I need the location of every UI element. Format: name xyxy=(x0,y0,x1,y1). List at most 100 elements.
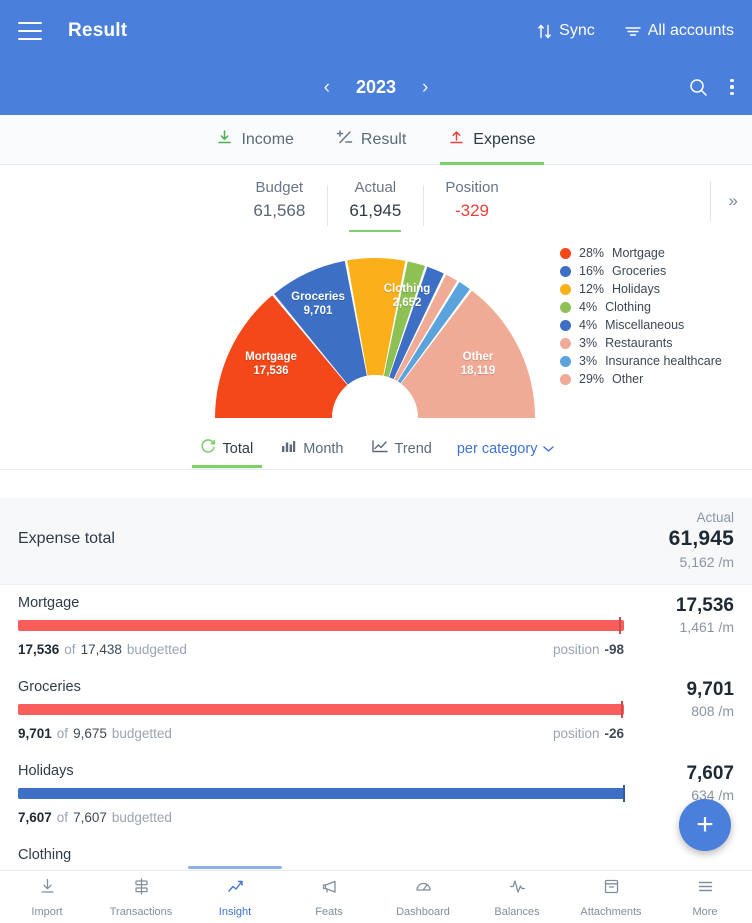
meta-actual: 7,607 xyxy=(18,810,52,825)
nav-item-more[interactable]: More xyxy=(658,877,752,918)
legend-label: Restaurants xyxy=(605,336,672,350)
legend-percent: 3% xyxy=(579,336,597,350)
category-amount: 9,701 xyxy=(638,679,734,701)
chart-legend: 28%Mortgage 16%Groceries 12%Holidays 4% Clot… xyxy=(560,246,722,386)
summary-position[interactable]: Position -329 xyxy=(423,179,520,232)
tab-trend[interactable]: Trend xyxy=(369,428,435,470)
group-by-select[interactable]: per category xyxy=(457,441,555,457)
nav-item-import[interactable]: Import xyxy=(0,877,94,918)
category-amount: 17,536 xyxy=(638,595,734,617)
category-list[interactable]: Expense total Actual 61,945 5,162 /m Mor… xyxy=(0,498,752,870)
summary-actual-label: Actual xyxy=(349,179,401,196)
summary-actual[interactable]: Actual 61,945 xyxy=(327,179,423,232)
all-accounts-button[interactable]: All accounts xyxy=(625,22,734,40)
meta-of: of xyxy=(64,642,75,657)
legend-percent: 29% xyxy=(579,372,604,386)
category-row[interactable]: Mortgage 17,536 of 17,438 budgetted posi… xyxy=(0,585,752,669)
meta-position-value: -98 xyxy=(604,642,624,657)
category-meta: 9,701 of 9,675 budgetted position -26 xyxy=(18,726,624,741)
category-per-month: 808 /m xyxy=(638,703,734,719)
summary-actual-value: 61,945 xyxy=(349,201,401,232)
expand-summary-button[interactable]: » xyxy=(710,181,738,221)
budget-marker xyxy=(623,785,625,802)
gauge-icon xyxy=(414,877,433,901)
legend-label: Miscellaneous xyxy=(605,318,684,332)
kebab-menu-icon[interactable] xyxy=(726,75,738,100)
legend-color-dot xyxy=(560,374,571,385)
meta-of: of xyxy=(57,810,68,825)
chevron-left-icon[interactable]: ‹ xyxy=(320,76,334,99)
summary-position-label: Position xyxy=(445,179,498,196)
header-actions xyxy=(689,62,738,112)
chevron-right-icon[interactable]: › xyxy=(418,76,432,99)
nav-item-balances[interactable]: Balances xyxy=(470,877,564,918)
tab-total-label: Total xyxy=(223,441,254,457)
category-row[interactable]: Clothing xyxy=(0,837,752,870)
tab-income[interactable]: Income xyxy=(212,115,297,165)
legend-item[interactable]: 28%Mortgage xyxy=(560,246,722,260)
tab-income-label: Income xyxy=(241,131,293,149)
legend-item[interactable]: 3% Restaurants xyxy=(560,336,722,350)
legend-color-dot xyxy=(560,248,571,259)
tab-total[interactable]: Total xyxy=(198,428,257,470)
download-arrow-icon xyxy=(38,877,57,901)
group-by-label: per category xyxy=(457,441,538,457)
budget-bar-fill xyxy=(18,788,624,799)
budget-marker xyxy=(621,701,623,718)
nav-item-insight[interactable]: Insight xyxy=(188,877,282,918)
tab-result[interactable]: Result xyxy=(332,115,410,165)
summary-cells: Budget 61,568 Actual 61,945 Position -32… xyxy=(0,179,752,232)
archive-box-icon xyxy=(602,877,621,901)
tab-month[interactable]: Month xyxy=(278,428,346,470)
nav-item-dashboard[interactable]: Dashboard xyxy=(376,877,470,918)
all-accounts-label: All accounts xyxy=(648,22,734,40)
nav-item-feats[interactable]: Feats xyxy=(282,877,376,918)
category-row[interactable]: Groceries 9,701 of 9,675 budgetted posit… xyxy=(0,669,752,753)
category-name: Groceries xyxy=(18,679,624,695)
category-name: Mortgage xyxy=(18,595,624,611)
meta-budget: 7,607 xyxy=(73,810,107,825)
page-title: Result xyxy=(68,20,127,42)
scroll-indicator[interactable] xyxy=(188,866,282,869)
plus-icon: + xyxy=(696,810,714,840)
legend-color-dot xyxy=(560,338,571,349)
sync-button[interactable]: Sync xyxy=(537,22,595,40)
legend-label: Clothing xyxy=(605,300,651,314)
legend-item[interactable]: 4%Miscellaneous xyxy=(560,318,722,332)
meta-budget: 9,675 xyxy=(73,726,107,741)
legend-item[interactable]: 4% Clothing xyxy=(560,300,722,314)
category-per-month: 1,461 /m xyxy=(638,619,734,635)
legend-item[interactable]: 16%Groceries xyxy=(560,264,722,278)
tab-expense[interactable]: Expense xyxy=(444,115,539,165)
category-row[interactable]: Holidays 7,607 of 7,607 budgetted xyxy=(0,753,752,837)
summary-budget-label: Budget xyxy=(253,179,305,196)
transactions-icon xyxy=(132,877,151,901)
category-row-main: Groceries 9,701 of 9,675 budgetted posit… xyxy=(18,679,638,741)
period-label[interactable]: 2023 xyxy=(348,77,404,98)
nav-item-attachments[interactable]: Attachments xyxy=(564,877,658,918)
megaphone-icon xyxy=(320,877,339,901)
legend-color-dot xyxy=(560,302,571,313)
nav-item-transactions[interactable]: Transactions xyxy=(94,877,188,918)
legend-percent: 3% xyxy=(579,354,597,368)
legend-item[interactable]: 3% Insurance healthcare xyxy=(560,354,722,368)
pulse-icon xyxy=(508,877,527,901)
category-row-values: 9,701 808 /m xyxy=(638,679,734,719)
hamburger-icon[interactable] xyxy=(18,22,42,40)
search-icon[interactable] xyxy=(689,78,708,97)
add-transaction-fab[interactable]: + xyxy=(679,799,731,851)
legend-color-dot xyxy=(560,320,571,331)
legend-item[interactable]: 12%Holidays xyxy=(560,282,722,296)
nav-item-label: Attachments xyxy=(580,906,641,918)
legend-percent: 4% xyxy=(579,300,597,314)
plus-minus-icon xyxy=(336,129,353,151)
legend-label: Insurance healthcare xyxy=(605,354,722,368)
summary-budget[interactable]: Budget 61,568 xyxy=(231,179,327,232)
legend-color-dot xyxy=(560,266,571,277)
double-chevron-right-icon: » xyxy=(729,191,738,211)
tab-result-label: Result xyxy=(361,131,406,149)
period-navigator: ‹ 2023 › xyxy=(320,76,433,99)
legend-color-dot xyxy=(560,356,571,367)
legend-item[interactable]: 29%Other xyxy=(560,372,722,386)
meta-budgetted: budgetted xyxy=(127,642,187,657)
